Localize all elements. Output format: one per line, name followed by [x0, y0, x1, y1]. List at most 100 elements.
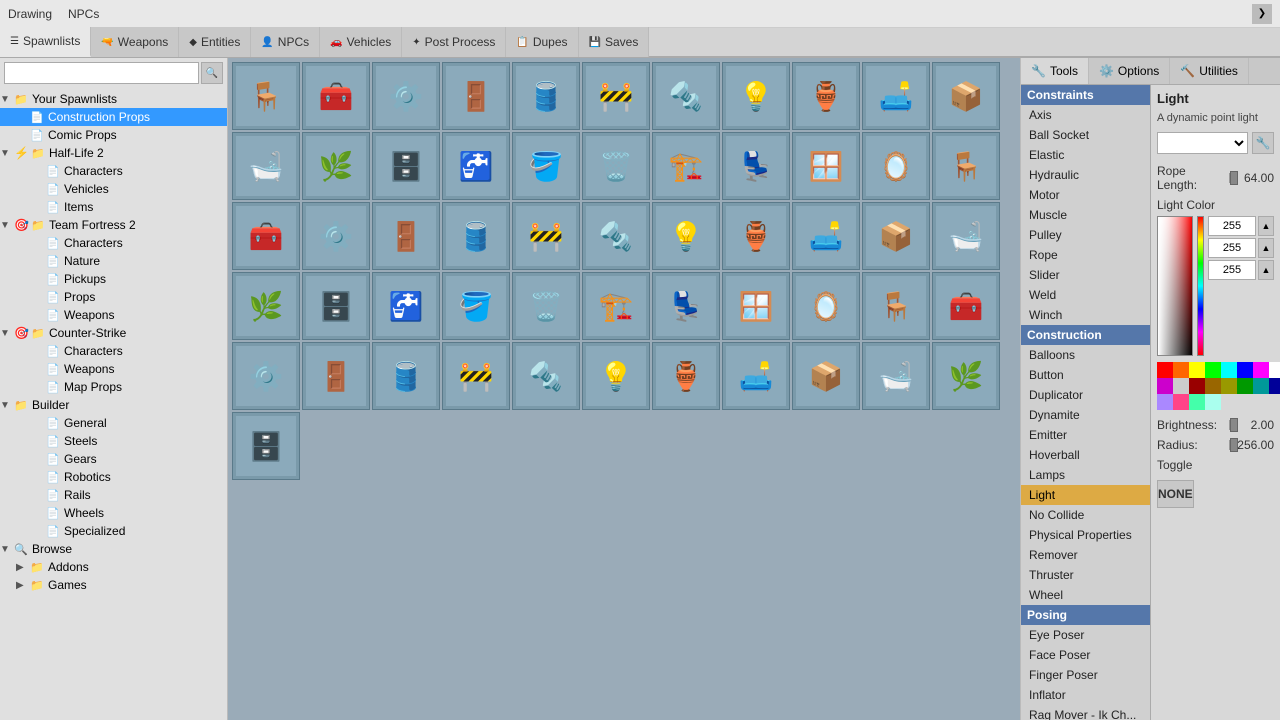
color-swatch-30[interactable]: [1189, 394, 1205, 410]
tree-item-cs-weapons[interactable]: 📄Weapons: [0, 360, 227, 378]
tab-entities[interactable]: ◆Entities: [179, 27, 251, 57]
color-swatch-15[interactable]: [1173, 378, 1189, 394]
tree-item-tf2-nature[interactable]: 📄Nature: [0, 252, 227, 270]
grid-item[interactable]: 🧰: [302, 62, 370, 130]
grid-item[interactable]: 🪑: [232, 62, 300, 130]
grid-item[interactable]: 🛁: [932, 202, 1000, 270]
grid-item[interactable]: 📦: [792, 342, 860, 410]
constraint-item-elastic[interactable]: Elastic: [1021, 145, 1150, 165]
tree-item-builder-steels[interactable]: 📄Steels: [0, 432, 227, 450]
right-tab-tools[interactable]: 🔧Tools: [1021, 58, 1089, 84]
constraint-item-weld[interactable]: Weld: [1021, 285, 1150, 305]
grid-item[interactable]: 🚪: [302, 342, 370, 410]
grid-item[interactable]: 🛢️: [442, 202, 510, 270]
red-input[interactable]: [1208, 216, 1256, 236]
tab-weapons[interactable]: 🔫Weapons: [91, 27, 179, 57]
tree-item-builder-specialized[interactable]: 📄Specialized: [0, 522, 227, 540]
grid-item[interactable]: 🪞: [792, 272, 860, 340]
constraint-item-thruster[interactable]: Thruster: [1021, 565, 1150, 585]
tree-item-builder-robotics[interactable]: 📄Robotics: [0, 468, 227, 486]
constraint-item-physical-properties[interactable]: Physical Properties: [1021, 525, 1150, 545]
constraint-item-duplicator[interactable]: Duplicator: [1021, 385, 1150, 405]
grid-item[interactable]: 🪞: [862, 132, 930, 200]
tree-item-builder-wheels[interactable]: 📄Wheels: [0, 504, 227, 522]
grid-item[interactable]: 🌿: [932, 342, 1000, 410]
color-swatch-31[interactable]: [1205, 394, 1221, 410]
constraint-item-no-collide[interactable]: No Collide: [1021, 505, 1150, 525]
blue-up-btn[interactable]: ▲: [1258, 260, 1274, 280]
brightness-slider[interactable]: [1229, 420, 1231, 430]
grid-item[interactable]: 💡: [652, 202, 720, 270]
constraint-item-light[interactable]: Light: [1021, 485, 1150, 505]
color-swatch-2[interactable]: [1189, 362, 1205, 378]
color-swatch-18[interactable]: [1221, 378, 1237, 394]
grid-item[interactable]: 📦: [932, 62, 1000, 130]
grid-item[interactable]: 💺: [722, 132, 790, 200]
grid-item[interactable]: 🛋️: [722, 342, 790, 410]
tree-item-hl2-characters[interactable]: 📄Characters: [0, 162, 227, 180]
tree-item-construction-props[interactable]: 📄Construction Props: [0, 108, 227, 126]
grid-item[interactable]: 🏗️: [582, 272, 650, 340]
grid-item[interactable]: 🚪: [442, 62, 510, 130]
wrench-button[interactable]: 🔧: [1252, 132, 1274, 154]
radius-slider[interactable]: [1229, 440, 1231, 450]
color-swatch-6[interactable]: [1253, 362, 1269, 378]
constraint-item-rag-mover---ik-ch...[interactable]: Rag Mover - Ik Ch...: [1021, 705, 1150, 720]
tree-item-cs-characters[interactable]: 📄Characters: [0, 342, 227, 360]
grid-item[interactable]: 💺: [652, 272, 720, 340]
grid-item[interactable]: 🛋️: [862, 62, 930, 130]
color-swatch-29[interactable]: [1173, 394, 1189, 410]
constraint-item-ball-socket[interactable]: Ball Socket: [1021, 125, 1150, 145]
color-swatch-19[interactable]: [1237, 378, 1253, 394]
constraint-item-motor[interactable]: Motor: [1021, 185, 1150, 205]
grid-item[interactable]: 🚧: [512, 202, 580, 270]
tree-item-hl2-vehicles[interactable]: 📄Vehicles: [0, 180, 227, 198]
expand-button[interactable]: ❯: [1252, 4, 1272, 24]
constraint-item-remover[interactable]: Remover: [1021, 545, 1150, 565]
grid-item[interactable]: 🛁: [232, 132, 300, 200]
tree-item-browse-addons[interactable]: ▶📁Addons: [0, 558, 227, 576]
constraint-item-axis[interactable]: Axis: [1021, 105, 1150, 125]
constraint-item-slider[interactable]: Slider: [1021, 265, 1150, 285]
tab-saves[interactable]: 💾Saves: [579, 27, 650, 57]
tab-vehicles[interactable]: 🚗Vehicles: [320, 27, 402, 57]
constraint-item-pulley[interactable]: Pulley: [1021, 225, 1150, 245]
grid-item[interactable]: 🪣: [512, 132, 580, 200]
right-tab-utilities[interactable]: 🔨Utilities: [1170, 58, 1249, 84]
grid-item[interactable]: 🗑️: [512, 272, 580, 340]
color-swatch-7[interactable]: [1269, 362, 1280, 378]
drawing-menu[interactable]: Drawing: [8, 7, 52, 21]
grid-item[interactable]: 🏗️: [652, 132, 720, 200]
grid-item[interactable]: 📦: [862, 202, 930, 270]
grid-item[interactable]: 🏺: [722, 202, 790, 270]
grid-item[interactable]: 🪟: [792, 132, 860, 200]
grid-item[interactable]: ⚙️: [372, 62, 440, 130]
constraint-item-lamps[interactable]: Lamps: [1021, 465, 1150, 485]
grid-item[interactable]: 🧰: [932, 272, 1000, 340]
color-gradient[interactable]: [1157, 216, 1193, 356]
green-input[interactable]: [1208, 238, 1256, 258]
tab-npcs[interactable]: 👤NPCs: [251, 27, 320, 57]
right-tab-options[interactable]: ⚙️Options: [1089, 58, 1170, 84]
grid-item[interactable]: 🗄️: [232, 412, 300, 480]
grid-item[interactable]: 🔩: [512, 342, 580, 410]
tree-item-tf2-characters[interactable]: 📄Characters: [0, 234, 227, 252]
grid-item[interactable]: 🌿: [302, 132, 370, 200]
hue-bar[interactable]: [1197, 216, 1204, 356]
grid-item[interactable]: 🛢️: [512, 62, 580, 130]
color-swatch-14[interactable]: [1157, 378, 1173, 394]
grid-item[interactable]: 🔩: [582, 202, 650, 270]
grid-item[interactable]: 🗄️: [302, 272, 370, 340]
blue-input[interactable]: [1208, 260, 1256, 280]
grid-item[interactable]: 💡: [582, 342, 650, 410]
constraint-item-emitter[interactable]: Emitter: [1021, 425, 1150, 445]
constraint-item-dynamite[interactable]: Dynamite: [1021, 405, 1150, 425]
grid-item[interactable]: 🪟: [722, 272, 790, 340]
grid-item[interactable]: ⚙️: [302, 202, 370, 270]
grid-item[interactable]: 🏺: [652, 342, 720, 410]
tree-item-tf2-props[interactable]: 📄Props: [0, 288, 227, 306]
grid-item[interactable]: 🪑: [862, 272, 930, 340]
constraint-item-balloons[interactable]: Balloons: [1021, 345, 1150, 365]
npcs-menu[interactable]: NPCs: [68, 7, 99, 21]
constraint-item-rope[interactable]: Rope: [1021, 245, 1150, 265]
